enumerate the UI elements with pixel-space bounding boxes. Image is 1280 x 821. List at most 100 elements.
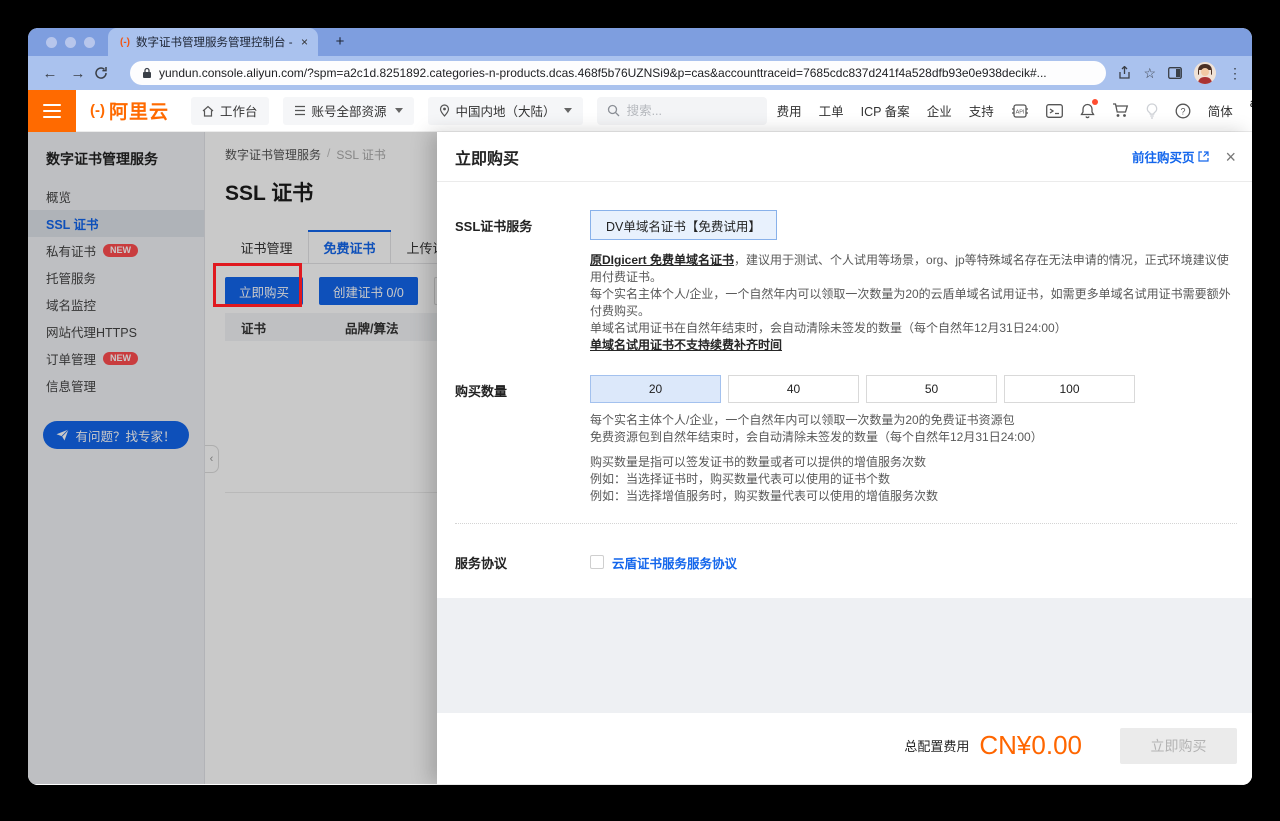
url-text: yundun.console.aliyun.com/?spm=a2c1d.825… (159, 66, 1047, 80)
chevron-down-icon (395, 108, 403, 113)
quantity-row: 购买数量 20 40 50 100 每个实名主体个人/企业，一个自然年内可以领取… (455, 375, 1237, 505)
desc-line-1: 原DIgicert 免费单域名证书，建议用于测试、个人试用等场景，org、jp等… (590, 252, 1237, 286)
go-to-buy-page-label: 前往购买页 (1132, 147, 1195, 166)
account-resources-dropdown[interactable]: 账号全部资源 (283, 97, 414, 125)
back-icon[interactable]: ← (38, 65, 62, 82)
lightbulb-icon[interactable] (1146, 103, 1158, 119)
selected-certificate-option[interactable]: DV单域名证书【免费试用】 (590, 210, 777, 240)
notification-badge (1092, 99, 1098, 105)
svg-text:?: ? (1180, 106, 1185, 116)
browser-menu-icon[interactable]: ⋮ (1228, 65, 1242, 82)
nav-enterprise-link[interactable]: 企业 (927, 101, 952, 120)
browser-profile-avatar[interactable] (1194, 62, 1216, 84)
quantity-note-1: 每个实名主体个人/企业，一个自然年内可以领取一次数量为20的免费证书资源包 (590, 412, 1135, 429)
agreement-row: 服务协议 云盾证书服务服务协议 (455, 547, 1237, 572)
cart-icon[interactable] (1112, 103, 1129, 118)
resources-label: 账号全部资源 (312, 101, 387, 120)
agreement-checkbox[interactable] (590, 555, 604, 569)
quantity-note-5: 例如：当选择增值服务时，购买数量代表可以使用的增值服务次数 (590, 488, 1135, 505)
quantity-option-50[interactable]: 50 (866, 375, 997, 403)
modal-mask[interactable] (28, 132, 437, 784)
quantity-option-40[interactable]: 40 (728, 375, 859, 403)
aliyun-logo-text: 阿里云 (109, 97, 169, 124)
browser-toolbar: ← → yundun.console.aliyun.com/?spm=a2c1d… (28, 56, 1252, 90)
split-view-icon[interactable] (1168, 67, 1182, 79)
language-switch[interactable]: 简体 (1208, 101, 1233, 120)
annotation-highlight-box (213, 263, 302, 307)
share-icon[interactable] (1118, 66, 1131, 80)
console-topnav: (-) 阿里云 工作台 账号全部资源 中国内地（大陆） (28, 90, 1252, 132)
refresh-icon[interactable] (94, 66, 118, 80)
go-to-buy-page-link[interactable]: 前往购买页 (1132, 147, 1210, 166)
minimize-window-button[interactable] (65, 37, 76, 48)
cloudshell-terminal-icon[interactable] (1046, 104, 1063, 118)
url-bar[interactable]: yundun.console.aliyun.com/?spm=a2c1d.825… (130, 61, 1106, 85)
svg-text:API: API (1015, 109, 1024, 115)
account-type: 主账号 (1250, 111, 1252, 125)
quantity-note-3: 购买数量是指可以签发证书的数量或者可以提供的增值服务次数 (590, 454, 1135, 471)
agreement-link[interactable]: 云盾证书服务服务协议 (612, 553, 737, 572)
desc-line-4: 单域名试用证书不支持续费补齐时间 (590, 337, 1237, 354)
region-selector-dropdown[interactable]: 中国内地（大陆） (428, 97, 583, 125)
drawer-footer: 总配置费用 CN¥0.00 立即购买 (437, 713, 1252, 784)
aliyun-favicon-icon: (-) (120, 37, 130, 48)
console-search[interactable] (597, 97, 767, 125)
aliyun-logo-icon: (-) (90, 102, 105, 119)
notifications-bell-icon[interactable] (1080, 103, 1095, 119)
nav-icp-link[interactable]: ICP 备案 (861, 101, 910, 120)
resources-list-icon (294, 105, 306, 116)
browser-window: (-) 数字证书管理服务管理控制台 - S × + ← → yundun.con… (28, 28, 1252, 785)
drawer-filler (437, 598, 1252, 713)
ssl-service-field: DV单域名证书【免费试用】 原DIgicert 免费单域名证书，建议用于测试、个… (590, 210, 1237, 354)
nav-tickets-link[interactable]: 工单 (819, 101, 844, 120)
close-tab-icon[interactable]: × (299, 35, 310, 49)
desc-line-3: 单域名试用证书在自然年结束时，会自动清除未签发的数量（每个自然年12月31日24… (590, 320, 1237, 337)
drawer-buy-now-button[interactable]: 立即购买 (1120, 728, 1237, 764)
service-description: 原DIgicert 免费单域名证书，建议用于测试、个人试用等场景，org、jp等… (590, 252, 1237, 354)
desc-line-2: 每个实名主体个人/企业，一个自然年内可以领取一次数量为20的云盾单域名试用证书，… (590, 286, 1237, 320)
close-window-button[interactable] (46, 37, 57, 48)
bookmark-star-icon[interactable]: ☆ (1143, 65, 1156, 82)
agreement-label: 服务协议 (455, 547, 590, 572)
products-menu-button[interactable] (28, 90, 76, 132)
chevron-down-icon (564, 108, 572, 113)
quantity-option-20[interactable]: 20 (590, 375, 721, 403)
browser-tabstrip: (-) 数字证书管理服务管理控制台 - S × + (28, 28, 1252, 56)
account-info[interactable]: ali110508 主账号 (1250, 96, 1252, 125)
quantity-note-2: 免费资源包到自然年结束时，会自动清除未签发的数量（每个自然年12月31日24:0… (590, 429, 1135, 446)
location-pin-icon (439, 104, 450, 117)
zoom-window-button[interactable] (84, 37, 95, 48)
tab-title: 数字证书管理服务管理控制台 - S (136, 34, 293, 50)
ssl-service-row: SSL证书服务 DV单域名证书【免费试用】 原DIgicert 免费单域名证书，… (455, 210, 1237, 354)
quantity-field: 20 40 50 100 每个实名主体个人/企业，一个自然年内可以领取一次数量为… (590, 375, 1135, 505)
api-icon[interactable]: API (1011, 103, 1029, 119)
browser-tab[interactable]: (-) 数字证书管理服务管理控制台 - S × (108, 28, 318, 56)
total-cost-label: 总配置费用 (904, 736, 969, 755)
new-tab-button[interactable]: + (330, 32, 350, 52)
quantity-label: 购买数量 (455, 375, 590, 505)
workbench-button[interactable]: 工作台 (191, 97, 269, 125)
region-label: 中国内地（大陆） (456, 101, 556, 120)
digicert-link[interactable]: 原DIgicert 免费单域名证书 (590, 253, 734, 267)
help-icon[interactable]: ? (1175, 103, 1191, 119)
total-cost-value: CN¥0.00 (979, 730, 1082, 761)
aliyun-logo[interactable]: (-) 阿里云 (76, 97, 179, 124)
home-icon (202, 105, 214, 117)
nav-billing-link[interactable]: 费用 (777, 101, 802, 120)
drawer-title: 立即购买 (455, 145, 519, 169)
dotted-divider (455, 523, 1237, 524)
quantity-note-4: 例如：当选择证书时，购买数量代表可以使用的证书个数 (590, 471, 1135, 488)
window-traffic-lights[interactable] (46, 37, 95, 48)
quantity-notes: 每个实名主体个人/企业，一个自然年内可以领取一次数量为20的免费证书资源包 免费… (590, 412, 1135, 505)
quantity-option-100[interactable]: 100 (1004, 375, 1135, 403)
close-drawer-icon[interactable]: × (1225, 148, 1236, 166)
lock-icon (142, 67, 152, 79)
search-input[interactable] (627, 104, 757, 118)
forward-icon[interactable]: → (66, 65, 90, 82)
aliyun-console-page: (-) 阿里云 工作台 账号全部资源 中国内地（大陆） (28, 90, 1252, 785)
quantity-options: 20 40 50 100 (590, 375, 1135, 403)
workbench-label: 工作台 (220, 101, 258, 120)
nav-support-link[interactable]: 支持 (969, 101, 994, 120)
search-icon (607, 104, 620, 117)
external-link-icon (1198, 151, 1209, 162)
